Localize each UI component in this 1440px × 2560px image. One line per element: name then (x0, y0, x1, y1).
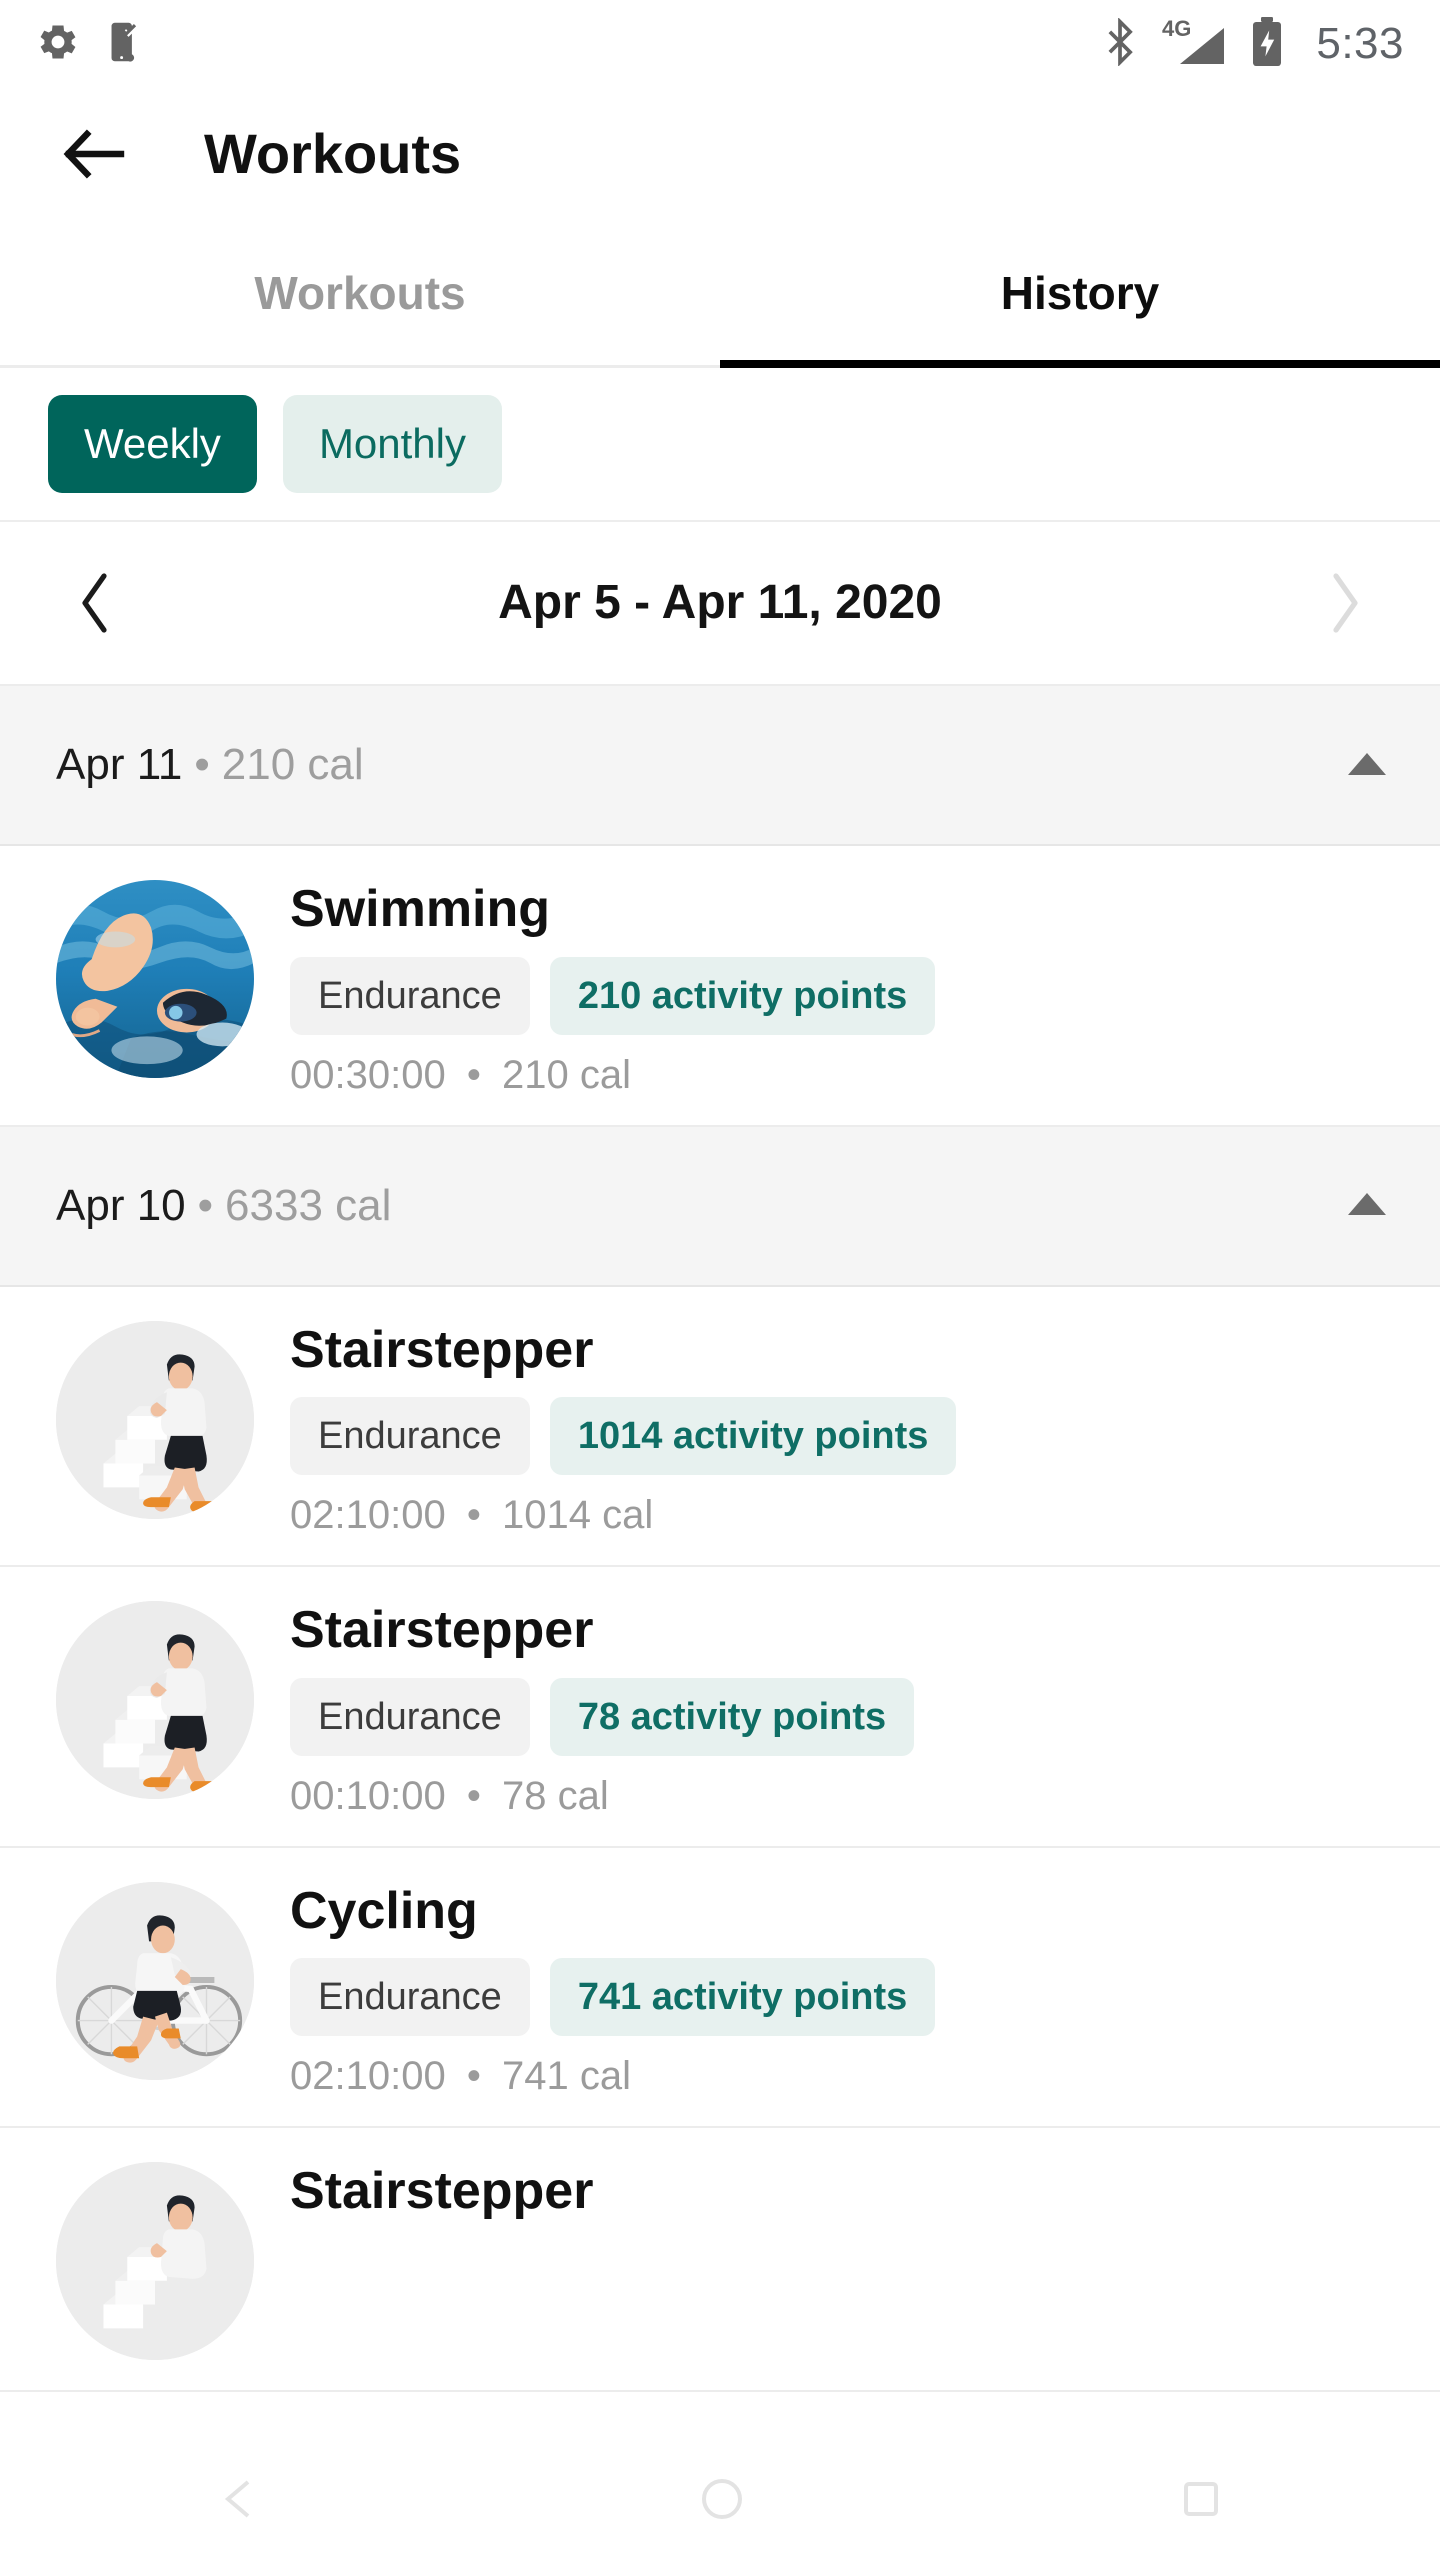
workout-title: Swimming (290, 880, 551, 938)
battery-charging-icon (1250, 16, 1284, 73)
workout-kind-chip: Endurance (290, 1397, 530, 1476)
next-week-button[interactable] (1308, 566, 1382, 640)
tab-history[interactable]: History (720, 220, 1440, 368)
phone-check-icon (102, 20, 146, 69)
system-navigation-bar (0, 2442, 1440, 2560)
date-range-navigator: Apr 5 - Apr 11, 2020 (0, 522, 1440, 686)
svg-text:4G: 4G (1162, 16, 1191, 41)
status-bar: 4G 5:33 (0, 0, 1440, 88)
status-bar-left-icons (36, 20, 146, 69)
tab-bar: Workouts History (0, 220, 1440, 368)
workout-meta-separator: • (466, 1052, 481, 1097)
tab-workouts-label: Workouts (254, 266, 466, 319)
page-title: Workouts (204, 122, 462, 185)
group-separator: • (194, 740, 210, 789)
workout-row[interactable]: Stairstepper (0, 2128, 1440, 2393)
workout-title: Stairstepper (290, 1601, 594, 1660)
workout-meta-separator: • (466, 1773, 481, 1818)
stairstepper-illustration (56, 1320, 254, 1519)
workout-calories: 1014 cal (501, 1493, 654, 1538)
workout-title: Cycling (290, 1881, 478, 1940)
system-back-icon[interactable] (218, 2476, 264, 2527)
workout-meta-separator: • (466, 1493, 481, 1538)
workout-details: Cycling Endurance 741 activity points 02… (290, 1878, 1390, 2096)
back-button[interactable] (46, 106, 142, 202)
group-calories: 210 cal (221, 740, 364, 789)
workout-calories: 210 cal (501, 1052, 631, 1097)
bluetooth-icon (1100, 16, 1140, 71)
tab-history-label: History (1000, 266, 1160, 319)
workout-calories: 741 cal (501, 2054, 631, 2099)
workout-chips: Endurance 78 activity points (290, 1677, 1390, 1756)
workout-details: Stairstepper Endurance 1014 activity poi… (290, 1317, 1390, 1535)
app-screen: 4G 5:33 Workouts Workouts History Weekly… (0, 0, 1440, 2560)
group-separator: • (197, 1180, 214, 1230)
workout-kind-chip: Endurance (290, 1677, 530, 1756)
date-range-label: Apr 5 - Apr 11, 2020 (498, 576, 942, 629)
workout-calories: 78 cal (501, 1773, 609, 1818)
workout-points-chip: 78 activity points (549, 1677, 915, 1756)
workout-duration: 02:10:00 (290, 2054, 446, 2099)
workout-row[interactable]: Stairstepper Endurance 1014 activity poi… (0, 1286, 1440, 1568)
date-group-header[interactable]: Apr 10 • 6333 cal (0, 1126, 1440, 1287)
workout-duration: 00:10:00 (290, 1773, 446, 1818)
workout-points-chip: 1014 activity points (549, 1397, 957, 1476)
workout-meta: 00:10:00 • 78 cal (290, 1776, 1390, 1816)
previous-week-button[interactable] (58, 566, 132, 640)
workout-row[interactable]: Cycling Endurance 741 activity points 02… (0, 1847, 1440, 2129)
stairstepper-illustration (56, 2162, 254, 2361)
group-calories: 6333 cal (225, 1180, 392, 1230)
workout-title: Stairstepper (290, 2162, 594, 2221)
group-date: Apr 10 (56, 1180, 186, 1230)
period-chip-monthly[interactable]: Monthly (282, 395, 502, 493)
workout-details: Swimming Endurance 210 activity points 0… (290, 876, 1390, 1095)
workout-details: Stairstepper (290, 2158, 1390, 2360)
status-bar-right-icons: 4G 5:33 (1100, 16, 1404, 73)
workout-row[interactable]: Swimming Endurance 210 activity points 0… (0, 846, 1440, 1127)
workout-title: Stairstepper (290, 1320, 594, 1379)
workout-meta: 02:10:00 • 741 cal (290, 2056, 1390, 2096)
workout-chips: Endurance 1014 activity points (290, 1397, 1390, 1476)
workout-chips: Endurance 210 activity points (290, 956, 1390, 1035)
status-bar-clock: 5:33 (1316, 19, 1404, 68)
workout-points-chip: 741 activity points (549, 1958, 936, 2037)
period-chip-weekly[interactable]: Weekly (48, 395, 257, 493)
workout-kind-chip: Endurance (290, 956, 530, 1035)
workout-details: Stairstepper Endurance 78 activity point… (290, 1597, 1390, 1816)
workout-row[interactable]: Stairstepper Endurance 78 activity point… (0, 1567, 1440, 1848)
tab-workouts[interactable]: Workouts (0, 220, 720, 365)
workout-points-chip: 210 activity points (549, 956, 936, 1035)
date-group-header[interactable]: Apr 11 • 210 cal (0, 686, 1440, 846)
stairstepper-illustration (56, 1601, 254, 1800)
workout-meta: 00:30:00 • 210 cal (290, 1055, 1390, 1095)
app-bar: Workouts (0, 88, 1440, 220)
collapse-caret-icon[interactable] (1346, 1189, 1388, 1222)
system-recents-icon[interactable] (1180, 2478, 1222, 2525)
workout-meta-separator: • (466, 2054, 481, 2099)
workout-kind-chip: Endurance (290, 1958, 530, 2037)
system-home-icon[interactable] (699, 2476, 745, 2527)
collapse-caret-icon[interactable] (1346, 749, 1388, 782)
workout-chips: Endurance 741 activity points (290, 1958, 1390, 2037)
workout-meta: 02:10:00 • 1014 cal (290, 1495, 1390, 1535)
workout-duration: 00:30:00 (290, 1052, 446, 1097)
period-filter: Weekly Monthly (0, 368, 1440, 522)
swimming-photo (56, 880, 254, 1078)
workout-duration: 02:10:00 (290, 1493, 446, 1538)
group-date: Apr 11 (56, 740, 183, 789)
signal-4g-icon: 4G (1162, 16, 1228, 73)
cycling-illustration (56, 1881, 254, 2080)
gear-icon (36, 20, 80, 69)
